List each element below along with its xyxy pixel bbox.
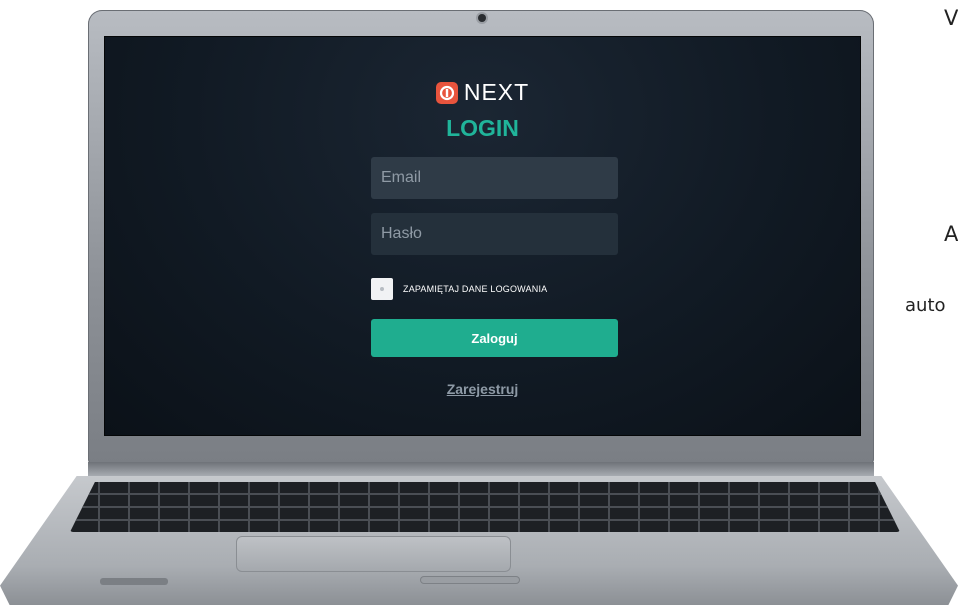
brand-name: NEXT bbox=[463, 79, 530, 105]
login-button[interactable]: Zaloguj bbox=[371, 319, 618, 357]
brand-header: NEXT bbox=[105, 79, 860, 106]
side-text-1: V bbox=[944, 6, 958, 30]
password-input[interactable]: Hasło bbox=[371, 213, 618, 255]
email-placeholder: Email bbox=[381, 169, 422, 186]
checkbox-icon[interactable] bbox=[371, 278, 393, 300]
keyboard bbox=[70, 482, 900, 532]
laptop-screen: NEXT LOGIN Email Hasło ZAPAMIĘTAJ DANE L… bbox=[104, 36, 861, 436]
remember-me-row[interactable]: ZAPAMIĘTAJ DANE LOGOWANIA bbox=[371, 278, 547, 300]
register-link[interactable]: Zarejestruj bbox=[105, 381, 860, 397]
side-text-2: A bbox=[944, 222, 958, 246]
email-input[interactable]: Email bbox=[371, 157, 618, 199]
remember-me-label: ZAPAMIĘTAJ DANE LOGOWANIA bbox=[403, 284, 548, 294]
side-text-3: auto bbox=[905, 295, 946, 316]
laptop-hinge bbox=[88, 462, 874, 476]
password-placeholder: Hasło bbox=[381, 225, 422, 242]
webcam-icon bbox=[478, 14, 486, 22]
touchpad bbox=[236, 536, 511, 572]
side-port bbox=[100, 578, 168, 585]
lid-notch bbox=[420, 576, 520, 584]
next-logo-icon bbox=[435, 81, 458, 104]
login-title: LOGIN bbox=[446, 115, 519, 141]
